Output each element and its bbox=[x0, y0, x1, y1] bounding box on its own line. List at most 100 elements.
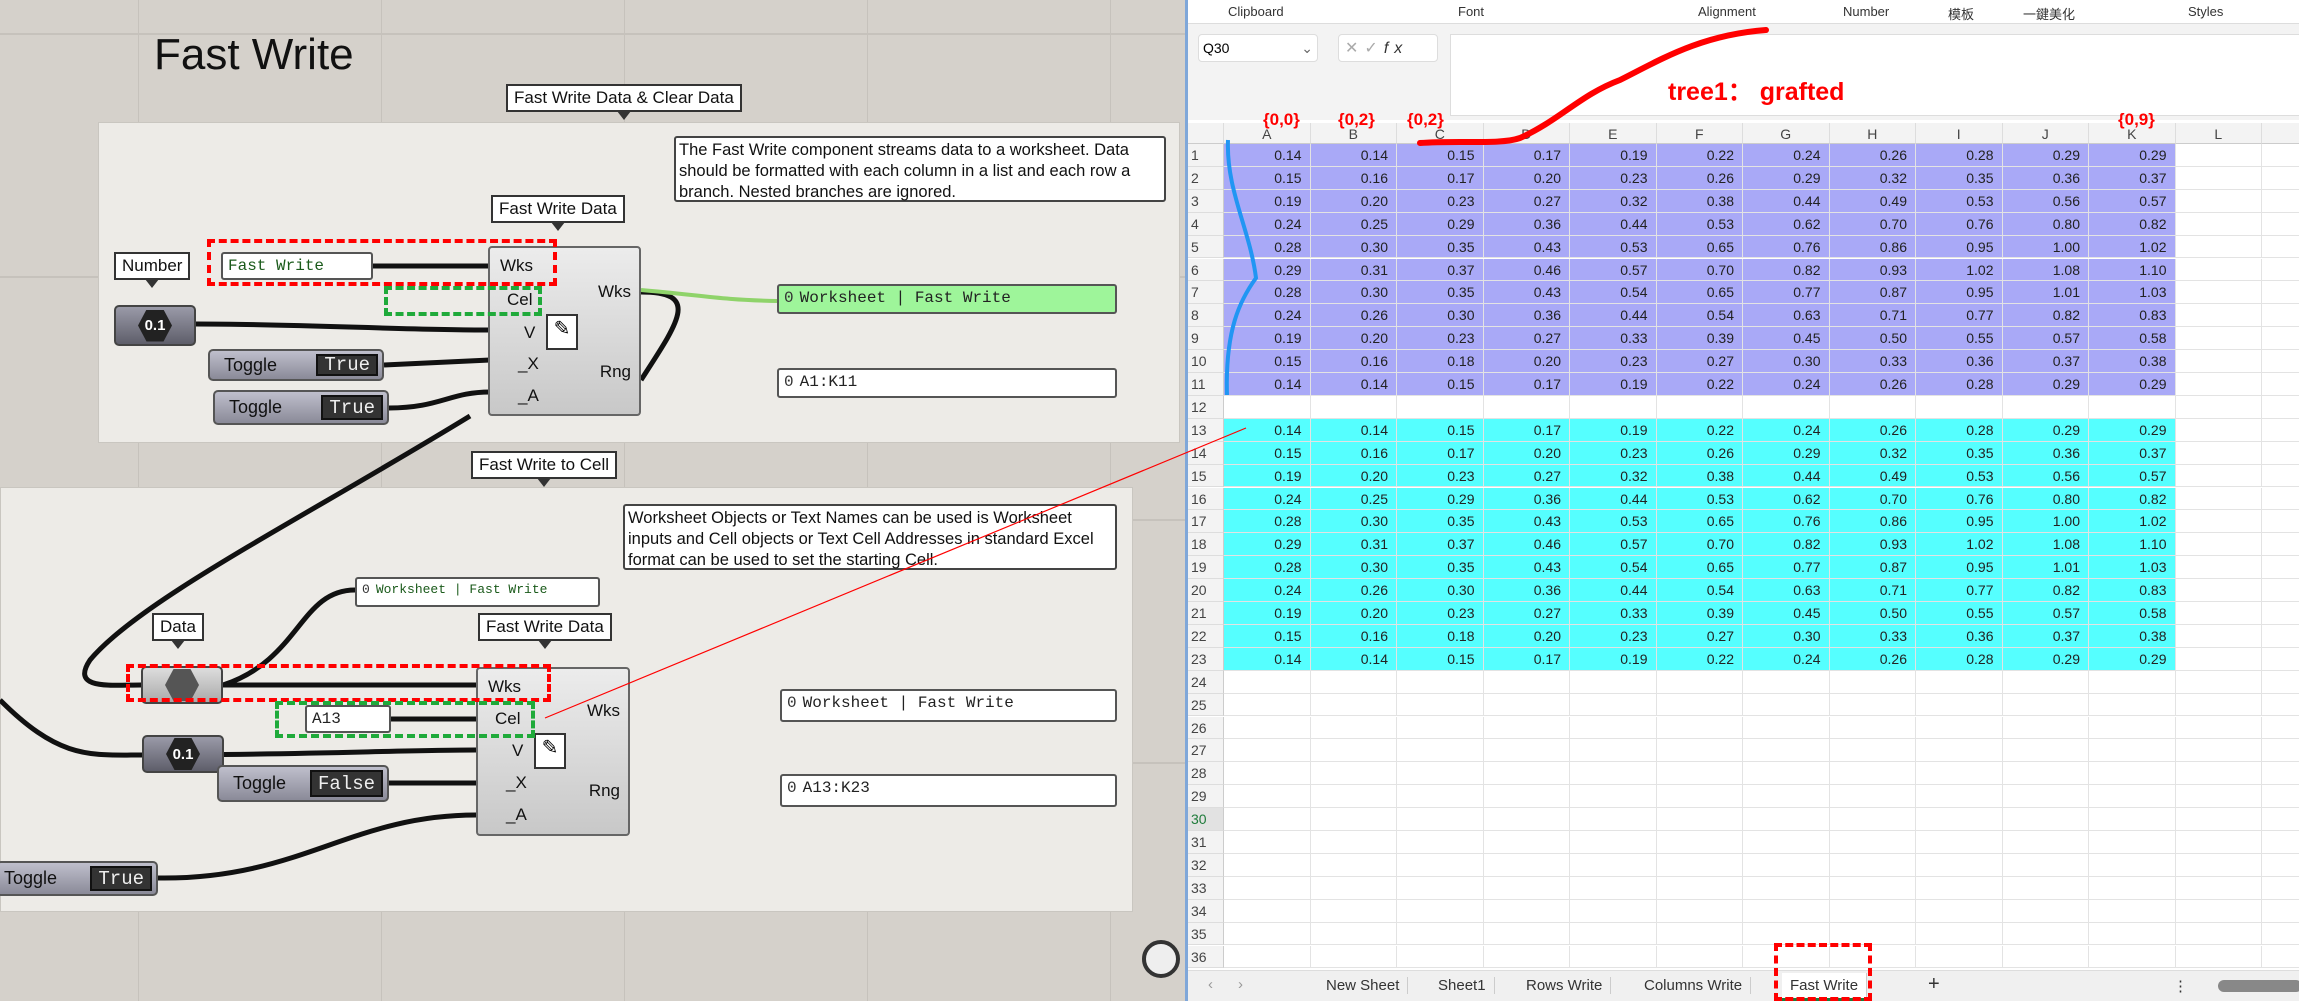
cell[interactable] bbox=[2089, 395, 2176, 419]
row-header[interactable]: 17 bbox=[1188, 510, 1224, 534]
cell[interactable]: 0.49 bbox=[1829, 189, 1916, 213]
cell[interactable] bbox=[2175, 418, 2262, 442]
cell[interactable]: 0.82 bbox=[2002, 579, 2089, 602]
cell[interactable] bbox=[2262, 602, 2299, 625]
cell[interactable] bbox=[1656, 739, 1743, 763]
cell[interactable]: 0.38 bbox=[2089, 350, 2176, 373]
cell[interactable] bbox=[1743, 395, 1830, 419]
cell[interactable]: 0.14 bbox=[1224, 373, 1311, 396]
cell[interactable]: 0.18 bbox=[1397, 624, 1484, 648]
cell[interactable]: 0.24 bbox=[1743, 144, 1830, 167]
row-header[interactable]: 2 bbox=[1188, 166, 1224, 190]
cell[interactable] bbox=[1829, 853, 1916, 877]
column-header[interactable]: G bbox=[1743, 123, 1830, 144]
cell[interactable] bbox=[1570, 785, 1657, 809]
cell[interactable]: 0.26 bbox=[1656, 166, 1743, 190]
cell[interactable] bbox=[2262, 167, 2299, 190]
row-header[interactable]: 35 bbox=[1188, 922, 1224, 946]
cell[interactable] bbox=[2262, 510, 2299, 534]
cell[interactable]: 0.23 bbox=[1570, 350, 1657, 373]
cell[interactable]: 0.33 bbox=[1570, 602, 1657, 625]
scroll-tabs-right-icon[interactable]: › bbox=[1238, 976, 1243, 993]
row-header[interactable]: 27 bbox=[1188, 739, 1224, 763]
cell[interactable]: 0.37 bbox=[2089, 441, 2176, 465]
cell[interactable]: 0.57 bbox=[2089, 189, 2176, 213]
cell[interactable]: 0.16 bbox=[1310, 350, 1397, 373]
cell[interactable]: 0.24 bbox=[1743, 373, 1830, 396]
cell[interactable] bbox=[2262, 281, 2299, 305]
cell[interactable] bbox=[1916, 739, 2003, 763]
cell[interactable]: 0.63 bbox=[1743, 304, 1830, 328]
cell[interactable] bbox=[2262, 900, 2299, 923]
cell[interactable]: 0.45 bbox=[1743, 602, 1830, 625]
cell[interactable] bbox=[1570, 945, 1657, 969]
cell[interactable]: 0.29 bbox=[2089, 647, 2176, 671]
cell[interactable] bbox=[1743, 831, 1830, 854]
cell[interactable] bbox=[2002, 853, 2089, 877]
cell[interactable] bbox=[2262, 625, 2299, 648]
cell[interactable]: 0.86 bbox=[1829, 235, 1916, 259]
cell[interactable]: 0.49 bbox=[1829, 464, 1916, 488]
row-header[interactable]: 22 bbox=[1188, 624, 1224, 648]
cell[interactable]: 0.82 bbox=[2002, 304, 2089, 328]
cell[interactable]: 0.14 bbox=[1310, 418, 1397, 442]
cell[interactable] bbox=[2002, 922, 2089, 946]
cell[interactable] bbox=[1397, 831, 1484, 854]
cell[interactable]: 0.29 bbox=[2002, 373, 2089, 396]
cell[interactable] bbox=[1829, 808, 1916, 831]
enter-icon[interactable]: ✓ bbox=[1364, 40, 1383, 57]
cell[interactable] bbox=[2175, 785, 2262, 809]
cell[interactable] bbox=[2262, 488, 2299, 511]
cell[interactable]: 0.28 bbox=[1224, 235, 1311, 259]
cell[interactable]: 0.15 bbox=[1224, 624, 1311, 648]
cell[interactable]: 0.23 bbox=[1397, 602, 1484, 625]
select-all-corner[interactable] bbox=[1188, 123, 1224, 144]
cell[interactable]: 0.29 bbox=[1224, 533, 1311, 557]
column-header[interactable]: E bbox=[1570, 123, 1657, 144]
cell[interactable]: 0.44 bbox=[1570, 579, 1657, 602]
cell[interactable]: 0.14 bbox=[1224, 418, 1311, 442]
worksheet-grid[interactable]: ABCDEFGHIJKLM10.140.140.150.170.190.220.… bbox=[1188, 123, 2299, 970]
output-panel-worksheet[interactable]: 0 Worksheet | Fast Write bbox=[777, 284, 1117, 314]
cell[interactable] bbox=[1570, 716, 1657, 740]
cell[interactable]: 0.76 bbox=[1916, 212, 2003, 236]
cell[interactable] bbox=[1743, 693, 1830, 717]
cell[interactable]: 0.76 bbox=[1743, 235, 1830, 259]
cell[interactable] bbox=[2175, 212, 2262, 236]
cell[interactable] bbox=[1397, 899, 1484, 923]
row-header[interactable]: 7 bbox=[1188, 281, 1224, 305]
cell[interactable] bbox=[2089, 922, 2176, 946]
cell[interactable]: 0.82 bbox=[1743, 533, 1830, 557]
row-header[interactable]: 12 bbox=[1188, 395, 1224, 419]
cell[interactable]: 0.20 bbox=[1310, 189, 1397, 213]
cell[interactable]: 0.70 bbox=[1656, 258, 1743, 282]
cell[interactable] bbox=[1656, 899, 1743, 923]
cell[interactable]: 0.35 bbox=[1916, 166, 2003, 190]
cell[interactable] bbox=[2002, 945, 2089, 969]
input-a[interactable]: _A bbox=[506, 805, 527, 825]
cell[interactable] bbox=[2262, 785, 2299, 809]
input-v[interactable]: V bbox=[512, 741, 523, 761]
row-header[interactable]: 33 bbox=[1188, 876, 1224, 900]
toggle-2[interactable]: Toggle True bbox=[213, 390, 389, 425]
cell[interactable] bbox=[2002, 739, 2089, 763]
cell[interactable]: 0.29 bbox=[2089, 144, 2176, 167]
cell[interactable]: 0.30 bbox=[1743, 624, 1830, 648]
cell[interactable] bbox=[2175, 922, 2262, 946]
cell[interactable] bbox=[2262, 190, 2299, 213]
cell[interactable]: 0.62 bbox=[1743, 487, 1830, 511]
cell[interactable] bbox=[1570, 853, 1657, 877]
toggle-1[interactable]: Toggle True bbox=[208, 349, 384, 381]
worksheet-panel-input[interactable]: 0 Worksheet | Fast Write bbox=[355, 577, 600, 607]
cell[interactable]: 0.54 bbox=[1656, 579, 1743, 602]
cell[interactable] bbox=[2175, 166, 2262, 190]
row-header[interactable]: 3 bbox=[1188, 189, 1224, 213]
cell[interactable] bbox=[1483, 831, 1570, 854]
cell[interactable]: 0.15 bbox=[1397, 144, 1484, 167]
cell[interactable] bbox=[1656, 853, 1743, 877]
cell[interactable]: 0.19 bbox=[1224, 327, 1311, 351]
cell[interactable] bbox=[2262, 808, 2299, 831]
cell[interactable]: 0.28 bbox=[1916, 144, 2003, 167]
cell[interactable]: 0.43 bbox=[1483, 235, 1570, 259]
cell[interactable]: 0.15 bbox=[1224, 441, 1311, 465]
